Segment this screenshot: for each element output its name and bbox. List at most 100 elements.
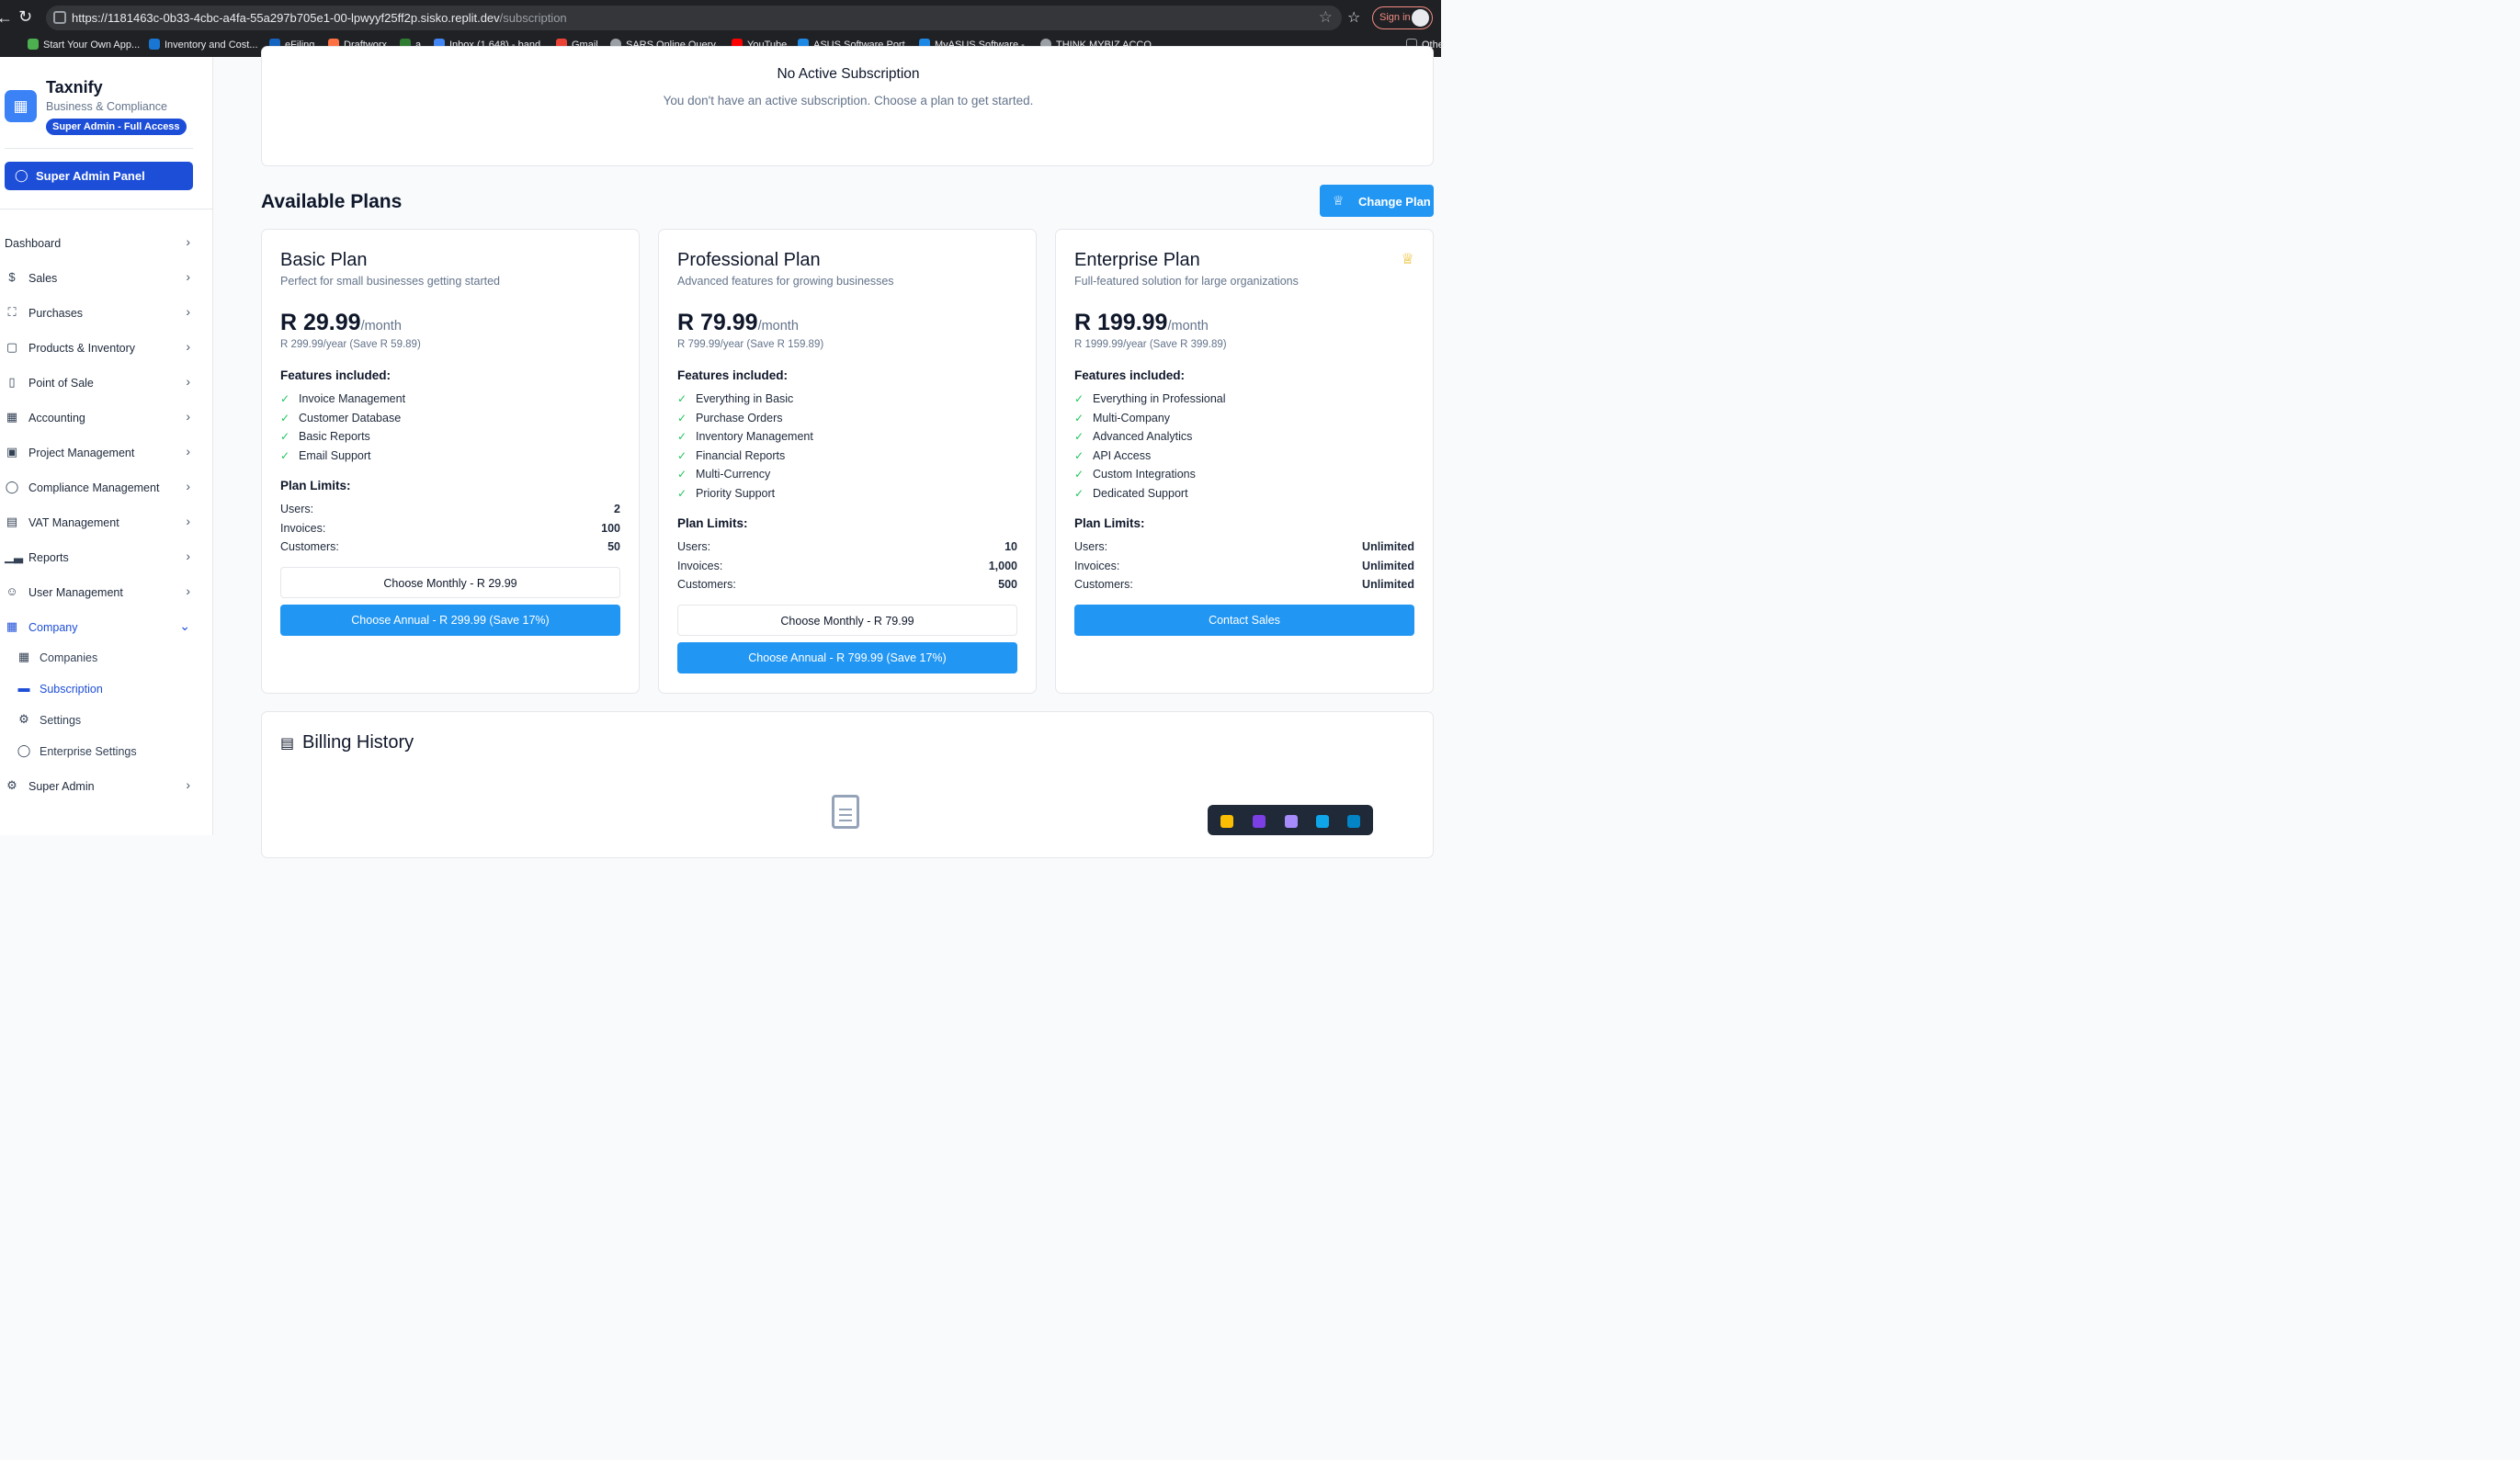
choose-monthly-button[interactable]: Choose Monthly - R 79.99 [677,605,1017,636]
limit-row-customers: Customers: 50 [280,540,620,553]
nav-item-products-inventory[interactable]: ▢ Products & Inventory › [5,334,198,362]
tablet-icon: ▯ [8,375,16,389]
chevron-right-icon: › [186,549,190,563]
choose-monthly-button[interactable]: Choose Monthly - R 29.99 [280,567,620,598]
nav-item-compliance-management[interactable]: ◯ Compliance Management › [5,474,198,502]
nav-item-super-admin[interactable]: ⚙ Super Admin › [5,773,198,800]
limit-value: Unlimited [1362,540,1414,553]
feature-label: Dedicated Support [1093,487,1188,500]
feature-item: ✓ Dedicated Support [1074,487,1188,500]
drive-icon[interactable] [1220,815,1233,828]
feature-item: ✓ Custom Integrations [1074,468,1196,481]
feature-label: Multi-Company [1093,412,1171,424]
choose-annual-button[interactable]: Choose Annual - R 299.99 (Save 17%) [280,605,620,636]
choose-annual-button[interactable]: Choose Annual - R 799.99 (Save 17%) [677,642,1017,673]
limit-value: 50 [607,540,620,553]
site-info-icon[interactable] [53,11,66,24]
nav-item-purchases[interactable]: ⛶ Purchases › [5,300,198,327]
limit-row-users: Users: Unlimited [1074,540,1414,553]
feature-label: Everything in Basic [696,392,794,405]
feature-label: Multi-Currency [696,468,771,481]
bookmark-item[interactable]: Start Your Own App... [28,39,140,51]
back-icon[interactable]: ← [0,8,13,28]
feature-label: Customer Database [299,412,402,424]
bookmark-favicon-icon [149,39,160,50]
sub-label: Settings [40,714,82,727]
sub-item-settings[interactable]: ⚙ Settings [17,709,191,731]
limit-label: Invoices: [677,560,723,572]
nav-item-dashboard[interactable]: Dashboard › [5,230,198,257]
contact-sales-button[interactable]: Contact Sales [1074,605,1414,636]
role-badge: Super Admin - Full Access [46,119,187,135]
nav-label: Sales [28,272,58,285]
chevron-right-icon: › [186,777,190,792]
feather-icon[interactable] [1285,815,1298,828]
plan-card-basic: Basic Plan Perfect for small businesses … [261,229,640,694]
limit-label: Users: [677,540,711,553]
price-amount: R 29.99 [280,310,361,335]
no-subscription-card: No Active Subscription You don't have an… [261,46,1434,166]
feature-item: ✓ Email Support [280,449,371,462]
limit-value: Unlimited [1362,578,1414,591]
check-icon: ✓ [280,449,290,462]
feature-label: Basic Reports [299,430,370,443]
browser-toolbar: ← ↻ https://1181463c-0b33-4cbc-a4fa-55a2… [0,0,1441,35]
limit-value: Unlimited [1362,560,1414,572]
receipt-icon: ▤ [6,515,18,528]
nav-item-point-of-sale[interactable]: ▯ Point of Sale › [5,369,198,397]
nav-item-company[interactable]: ▦ Company ⌄ [5,614,198,641]
defender-icon[interactable] [1347,815,1360,828]
feature-item: ✓ API Access [1074,449,1151,462]
chevron-right-icon: › [186,409,190,424]
app-icon[interactable] [1316,815,1329,828]
address-bar[interactable]: https://1181463c-0b33-4cbc-a4fa-55a297b7… [46,6,1342,30]
nav-item-vat-management[interactable]: ▤ VAT Management › [5,509,198,537]
bookmark-star-icon[interactable]: ☆ [1319,8,1333,27]
nav-item-accounting[interactable]: ▦ Accounting › [5,404,198,432]
limit-value: 2 [614,503,620,515]
limit-value: 500 [998,578,1017,591]
price-amount: R 199.99 [1074,310,1168,335]
onenote-icon[interactable] [1253,815,1266,828]
plan-limits-heading: Plan Limits: [280,479,351,492]
limit-row-users: Users: 2 [280,503,620,515]
nav-item-user-management[interactable]: ☺ User Management › [5,579,198,606]
dollar-icon: $ [8,270,16,284]
sign-in-button[interactable]: Sign in [1372,6,1433,29]
check-icon: ✓ [1074,392,1084,405]
no-subscription-description: You don't have an active subscription. C… [663,94,1034,108]
plan-limits-heading: Plan Limits: [677,516,748,530]
shield-icon: ◯ [5,480,19,493]
limit-value: 1,000 [988,560,1017,572]
chevron-down-icon: ⌄ [179,618,190,633]
sub-item-subscription[interactable]: ▬ Subscription [17,678,191,700]
nav-item-project-management[interactable]: ▣ Project Management › [5,439,198,467]
feature-item: ✓ Purchase Orders [677,412,782,424]
limit-label: Customers: [677,578,736,591]
plan-card-professional: Professional Plan Advanced features for … [658,229,1037,694]
bookmark-item[interactable]: Inventory and Cost... [149,39,258,51]
extensions-icon[interactable]: ☆ [1347,8,1360,27]
check-icon: ✓ [1074,487,1084,500]
check-icon: ✓ [1074,449,1084,462]
reload-icon[interactable]: ↻ [18,7,32,27]
sub-item-enterprise-settings[interactable]: ◯ Enterprise Settings [17,741,191,763]
limit-label: Users: [280,503,314,515]
nav-item-sales[interactable]: $ Sales › [5,265,198,292]
limit-row-invoices: Invoices: 100 [280,522,620,535]
change-plan-button[interactable]: ♕ Change Plan [1320,185,1434,217]
feature-label: Everything in Professional [1093,392,1226,405]
feature-label: Invoice Management [299,392,406,405]
briefcase-icon: ▣ [6,445,18,458]
nav-item-reports[interactable]: ▁▃ Reports › [5,544,198,572]
limit-row-customers: Customers: Unlimited [1074,578,1414,591]
feature-label: API Access [1093,449,1152,462]
check-icon: ✓ [677,392,687,405]
no-subscription-title: No Active Subscription [777,66,920,82]
sub-item-companies[interactable]: ▦ Companies [17,647,191,669]
check-icon: ✓ [1074,430,1084,443]
super-admin-panel-button[interactable]: ◯ Super Admin Panel [5,162,193,190]
limit-row-users: Users: 10 [677,540,1017,553]
avatar-icon [1412,9,1429,27]
feature-label: Inventory Management [696,430,813,443]
